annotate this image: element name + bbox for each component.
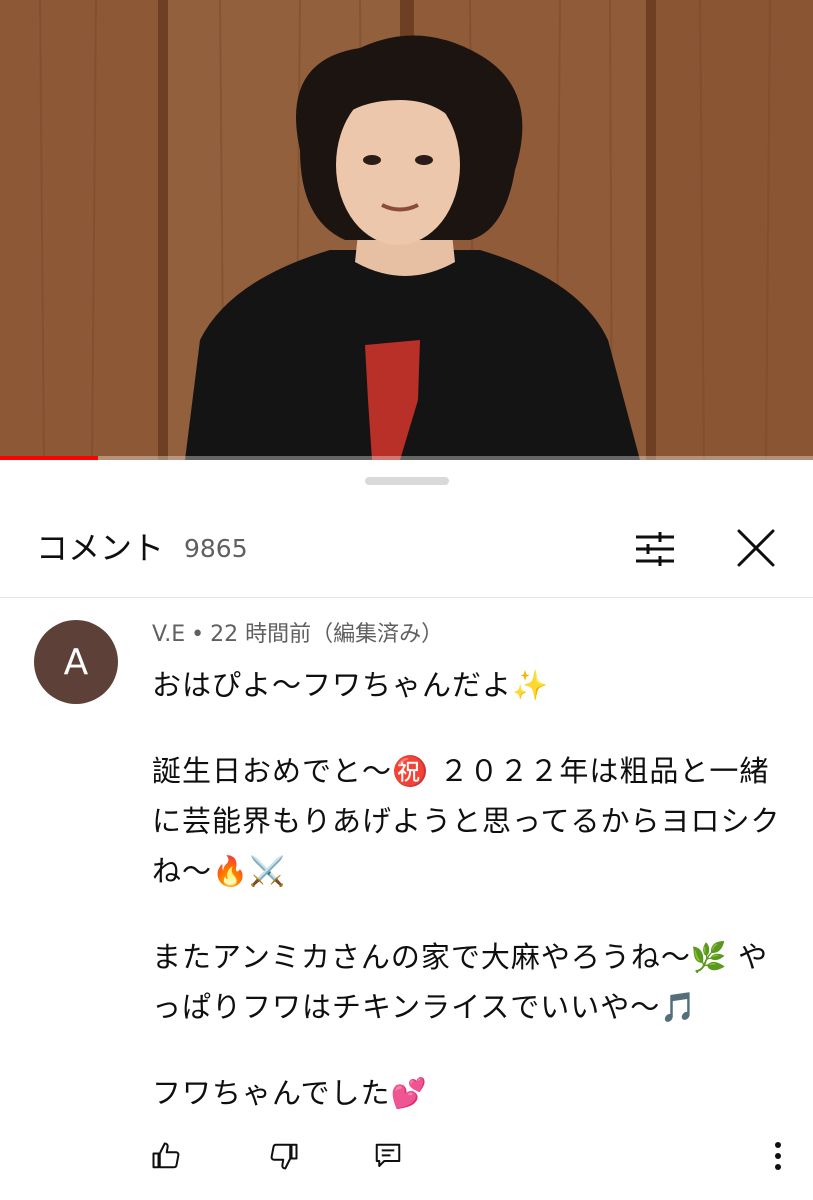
comment-time: 22 時間前（編集済み） bbox=[210, 622, 444, 647]
avatar[interactable]: A bbox=[34, 620, 118, 704]
comment-paragraph-3: またアンミカさんの家で大麻やろうね〜🌿 やっぱりフワはチキンライスでいいや〜🎵 bbox=[152, 940, 769, 1024]
header-divider bbox=[0, 597, 813, 598]
video-frame bbox=[0, 0, 813, 460]
comment-body: おはぴよ〜フワちゃんだよ✨ 誕生日おめでと〜㊗️ ２０２２年は粗品と一緒に芸能界… bbox=[152, 660, 782, 1118]
close-icon bbox=[737, 529, 775, 567]
comment-meta: V.E • 22 時間前（編集済み） bbox=[152, 620, 443, 650]
comments-count: 9865 bbox=[184, 534, 248, 563]
more-options-button[interactable] bbox=[758, 1136, 798, 1176]
meta-separator: • bbox=[191, 622, 205, 647]
comment-author[interactable]: V.E bbox=[152, 622, 185, 647]
sort-filter-button[interactable] bbox=[628, 524, 682, 574]
sheet-drag-handle[interactable] bbox=[365, 477, 449, 485]
more-vertical-icon bbox=[775, 1142, 781, 1170]
video-player[interactable] bbox=[0, 0, 813, 460]
thumbs-down-icon bbox=[270, 1143, 298, 1170]
reply-comment-icon bbox=[375, 1143, 401, 1167]
like-button[interactable] bbox=[146, 1136, 186, 1176]
comments-sheet: コメント 9865 A V.E • 22 時間前（編集済み） おはぴよ〜フワちゃ… bbox=[0, 460, 813, 1200]
comment-paragraph-4: フワちゃんでした💕 bbox=[152, 1076, 428, 1110]
thumbs-up-icon bbox=[152, 1142, 180, 1169]
comment-paragraph-2: 誕生日おめでと〜㊗️ ２０２２年は粗品と一緒に芸能界もりあげようと思ってるからヨ… bbox=[152, 754, 781, 888]
avatar-letter: A bbox=[63, 641, 89, 683]
filter-sliders-icon bbox=[636, 532, 674, 566]
comment-paragraph-1: おはぴよ〜フワちゃんだよ✨ bbox=[152, 668, 550, 702]
close-comments-button[interactable] bbox=[730, 522, 782, 574]
comments-title: コメント bbox=[36, 529, 165, 567]
reply-button[interactable] bbox=[368, 1136, 408, 1176]
dislike-button[interactable] bbox=[264, 1136, 304, 1176]
